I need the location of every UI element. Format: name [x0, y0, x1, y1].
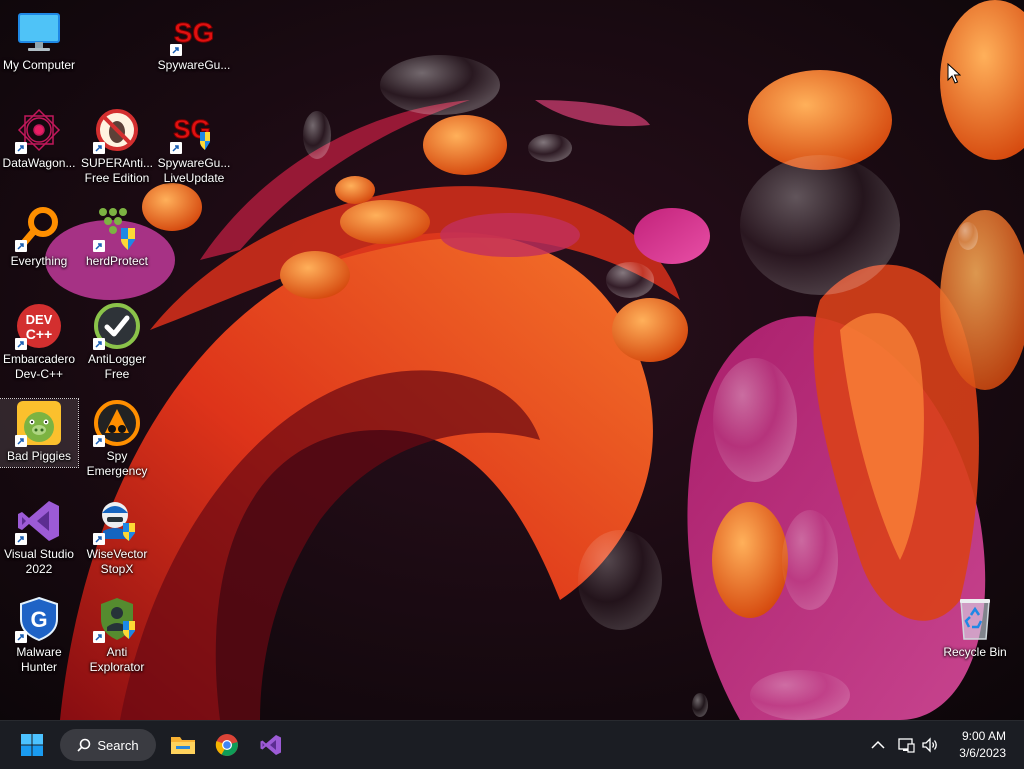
- magnifier-icon: [15, 204, 63, 252]
- desktop-icon-label: Visual Studio 2022: [4, 547, 74, 576]
- desktop-icon-label: WiseVector StopX: [86, 547, 148, 576]
- shortcut-arrow-icon: [15, 631, 27, 643]
- desktop-icon-label: SpywareGu... LiveUpdate: [157, 156, 231, 185]
- desktop-icon-label: DataWagon...: [2, 156, 76, 170]
- shortcut-arrow-icon: [170, 142, 182, 154]
- svg-text:DEV: DEV: [26, 312, 53, 327]
- sg-icon: SG: [170, 8, 218, 56]
- shortcut-arrow-icon: [93, 533, 105, 545]
- desktop-icon-malware-hunter[interactable]: G Malware Hunter: [0, 595, 78, 675]
- desktop-icon-herdprotect[interactable]: herdProtect: [78, 204, 156, 269]
- desktop-icon-label: herdProtect: [85, 254, 149, 268]
- datawagon-icon: [15, 106, 63, 154]
- desktop-icon-label: SpywareGu...: [157, 58, 231, 72]
- desktop-icon-embarcadero-devcpp[interactable]: DEV C++ Embarcadero Dev-C++: [0, 302, 78, 382]
- volume-icon[interactable]: [920, 735, 940, 755]
- search-icon: [77, 738, 91, 752]
- desktop-icon-everything[interactable]: Everything: [0, 204, 78, 269]
- recycle-bin-icon: [951, 595, 999, 643]
- desktop-icon-label: Spy Emergency: [86, 449, 148, 478]
- shortcut-arrow-icon: [15, 533, 27, 545]
- chrome-icon: [215, 734, 238, 756]
- desktop-icon-label: Recycle Bin: [943, 645, 1007, 659]
- shortcut-arrow-icon: [93, 631, 105, 643]
- sg-shield-icon: SG: [170, 106, 218, 154]
- desktop-icon-label: Malware Hunter: [16, 645, 62, 674]
- desktop-icon-label: SUPERAnti... Free Edition: [80, 156, 154, 185]
- shortcut-arrow-icon: [15, 435, 27, 447]
- windows-start-icon: [21, 734, 43, 756]
- shield-g-icon: G: [15, 595, 63, 643]
- desktop-icon-spywareguard[interactable]: SG SpywareGu...: [155, 8, 233, 73]
- taskbar-google-chrome[interactable]: [207, 725, 247, 765]
- desktop-icon-bad-piggies[interactable]: Bad Piggies: [0, 398, 79, 468]
- desktop-icon-antilogger[interactable]: AntiLogger Free: [78, 302, 156, 382]
- monitor-icon: [15, 8, 63, 56]
- desktop-icon-label: Bad Piggies: [6, 449, 72, 463]
- visual-studio-icon: [260, 735, 281, 755]
- taskbar-visual-studio[interactable]: [251, 725, 291, 765]
- wisevector-icon: [93, 497, 141, 545]
- search-label: Search: [97, 737, 139, 753]
- superantispyware-icon: [93, 106, 141, 154]
- desktop-icon-label: My Computer: [2, 58, 76, 72]
- desktop-icon-label: AntiLogger Free: [87, 352, 147, 381]
- search-button[interactable]: Search: [60, 729, 156, 761]
- shortcut-arrow-icon: [93, 338, 105, 350]
- taskbar: Search 9:00 AM 3/6/2023: [0, 720, 1024, 769]
- desktop-icon-visual-studio-2022[interactable]: Visual Studio 2022: [0, 497, 78, 577]
- pig-icon: [15, 399, 63, 447]
- chevron-up-icon[interactable]: [868, 735, 888, 755]
- clock-time: 9:00 AM: [961, 729, 1006, 743]
- shortcut-arrow-icon: [170, 44, 182, 56]
- network-icon[interactable]: [896, 735, 916, 755]
- svg-text:C++: C++: [26, 326, 52, 342]
- shortcut-arrow-icon: [15, 240, 27, 252]
- taskbar-file-explorer[interactable]: [163, 725, 203, 765]
- shortcut-arrow-icon: [15, 338, 27, 350]
- shortcut-arrow-icon: [93, 142, 105, 154]
- desktop-icon-anti-explorator[interactable]: Anti Explorator: [78, 595, 156, 675]
- herdprotect-icon: [93, 204, 141, 252]
- desktop-icon-label: Anti Explorator: [89, 645, 145, 674]
- desktop-icon-superantispyware[interactable]: SUPERAnti... Free Edition: [78, 106, 156, 186]
- svg-text:G: G: [30, 607, 47, 632]
- checkmark-icon: [93, 302, 141, 350]
- anti-explorator-icon: [93, 595, 141, 643]
- spy-emergency-icon: [93, 399, 141, 447]
- desktop-icon-recycle-bin[interactable]: Recycle Bin: [936, 595, 1014, 660]
- clock-date: 3/6/2023: [959, 746, 1006, 760]
- mouse-cursor-icon: [947, 63, 961, 84]
- system-tray: 9:00 AM 3/6/2023: [844, 721, 1024, 769]
- shortcut-arrow-icon: [93, 435, 105, 447]
- desktop-icon-spy-emergency[interactable]: Spy Emergency: [78, 399, 156, 479]
- desktop-icon-spywareguard-liveupdate[interactable]: SG SpywareGu... LiveUpdate: [155, 106, 233, 186]
- desktop-icon-label: Everything: [10, 254, 68, 268]
- desktop-icon-wisevector-stopx[interactable]: WiseVector StopX: [78, 497, 156, 577]
- clock[interactable]: 9:00 AM 3/6/2023: [959, 728, 1006, 762]
- visual-studio-icon: [15, 497, 63, 545]
- folder-icon: [171, 737, 195, 754]
- shortcut-arrow-icon: [15, 142, 27, 154]
- devcpp-icon: DEV C++: [15, 302, 63, 350]
- desktop-icon-datawagon[interactable]: DataWagon...: [0, 106, 78, 171]
- desktop-icon-my-computer[interactable]: My Computer: [0, 8, 78, 73]
- desktop-icon-label: Embarcadero Dev-C++: [2, 352, 76, 381]
- start-button[interactable]: [12, 725, 52, 765]
- shortcut-arrow-icon: [93, 240, 105, 252]
